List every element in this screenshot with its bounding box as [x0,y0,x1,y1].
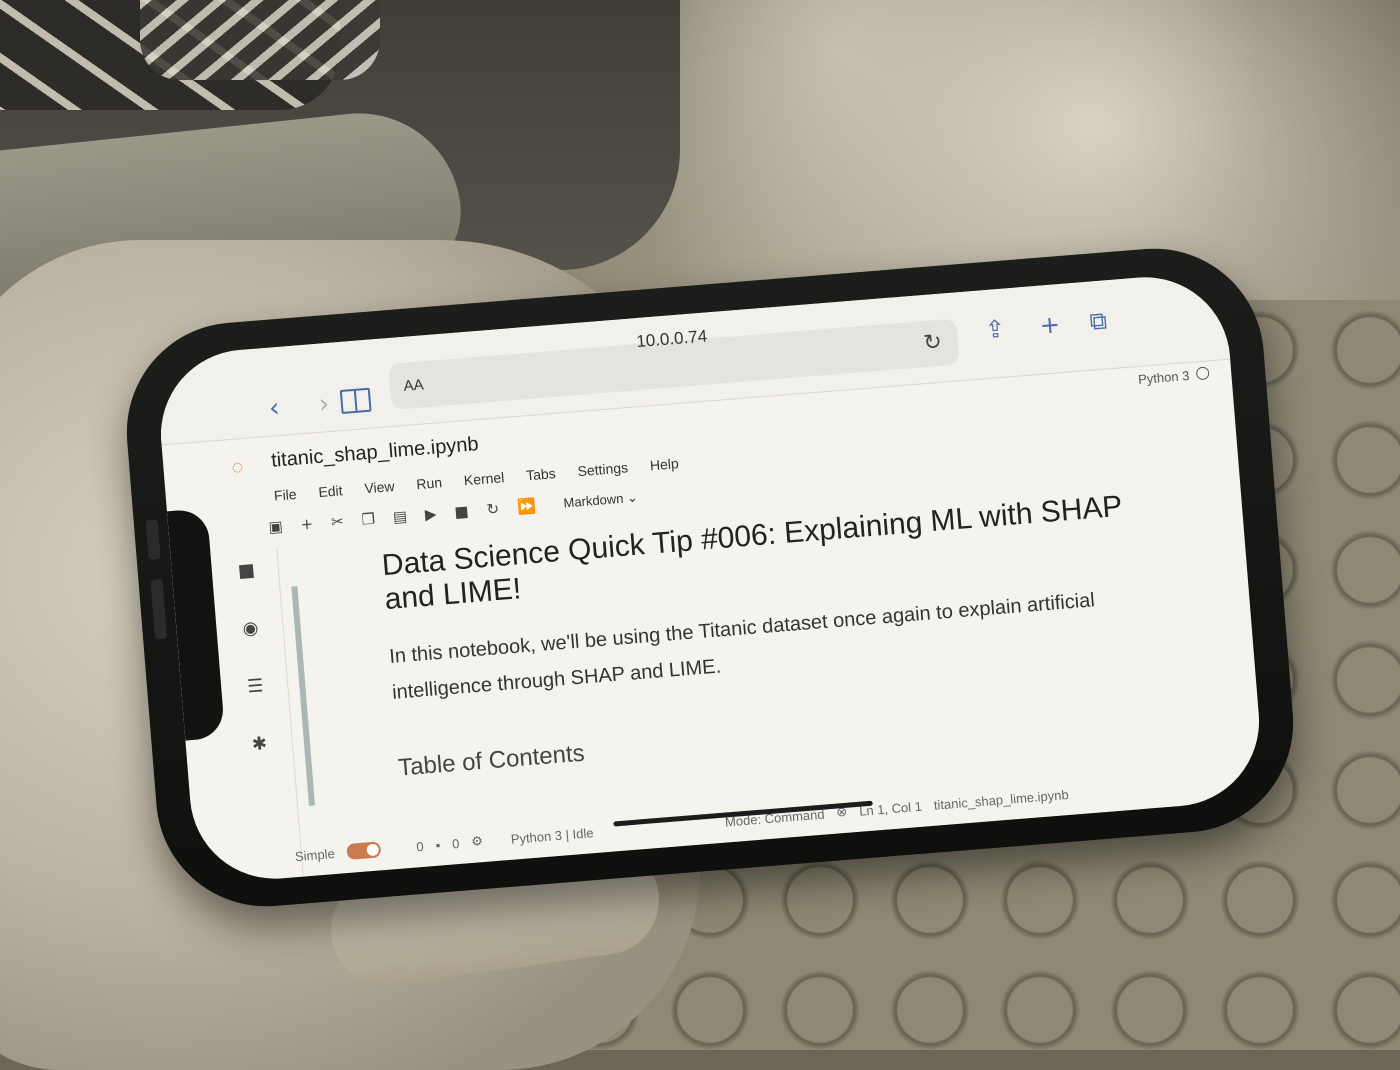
run-icon[interactable]: ▶ [424,505,437,524]
kernel-count: 0 [451,835,460,852]
menu-settings[interactable]: Settings [577,459,629,479]
patterned-pillow-2 [140,0,380,80]
menu-tabs[interactable]: Tabs [526,465,557,483]
menu-file[interactable]: File [273,486,297,504]
kernel-name[interactable]: Python 3 [1138,368,1190,387]
toc-heading: Table of Contents [397,739,586,782]
running-icon[interactable]: ◉ [242,617,259,639]
new-tab-button[interactable]: + [1039,310,1061,340]
share-icon[interactable]: ⇪ [984,315,1006,345]
left-sidebar: ■ ◉ ☰ ✱ [237,558,268,756]
paste-icon[interactable]: ▤ [392,507,408,526]
status-file: titanic_shap_lime.ipynb [933,786,1070,813]
cut-icon[interactable]: ✂ [330,512,344,531]
menu-kernel[interactable]: Kernel [463,469,505,488]
simple-mode-toggle[interactable] [345,841,382,861]
phone: ‹ › AA 10.0.0.74 ↻ ⇪ + ⧉ ◌ titanic_shap_… [118,240,1302,915]
phone-screen: ‹ › AA 10.0.0.74 ↻ ⇪ + ⧉ ◌ titanic_shap_… [154,270,1266,886]
bookmarks-icon[interactable] [339,387,372,415]
jupyter-logo: ◌ [230,456,245,479]
back-button[interactable]: ‹ [268,393,281,424]
menu-run[interactable]: Run [416,474,443,492]
copy-icon[interactable]: ❐ [361,510,376,529]
tabs-icon[interactable]: ⧉ [1089,306,1108,335]
menu-view[interactable]: View [364,478,395,496]
cell-type-label: Markdown [562,490,624,511]
folder-icon[interactable]: ■ [237,560,256,582]
extension-icon[interactable]: ✱ [251,733,268,755]
cell-type-select[interactable]: Markdown ⌄ [563,490,639,512]
run-all-icon[interactable]: ⏩ [516,497,536,516]
markdown-cell[interactable]: Data Science Quick Tip #006: Explaining … [381,488,1157,782]
kernel-status[interactable]: Python 3 | Idle [510,825,594,847]
simple-mode-label: Simple [294,845,336,864]
kernel-status-icon [1195,366,1210,381]
menu-help[interactable]: Help [649,455,679,473]
terminal-icon: ▪ [434,837,441,853]
reload-icon[interactable]: ↻ [922,330,942,356]
cpu-icon: ⚙ [470,833,484,849]
terminal-count: 0 [415,838,425,854]
forward-button[interactable]: › [318,389,331,420]
notebook-title: titanic_shap_lime.ipynb [270,433,480,472]
reader-button[interactable]: AA [403,376,424,395]
toc-icon[interactable]: ☰ [246,675,264,697]
save-icon[interactable]: ▣ [268,517,284,536]
restart-icon[interactable]: ↻ [486,500,500,519]
stop-icon[interactable]: ■ [454,502,470,521]
sidebar-divider [276,547,304,877]
add-cell-icon[interactable]: + [300,515,314,534]
menu-edit[interactable]: Edit [318,482,343,500]
